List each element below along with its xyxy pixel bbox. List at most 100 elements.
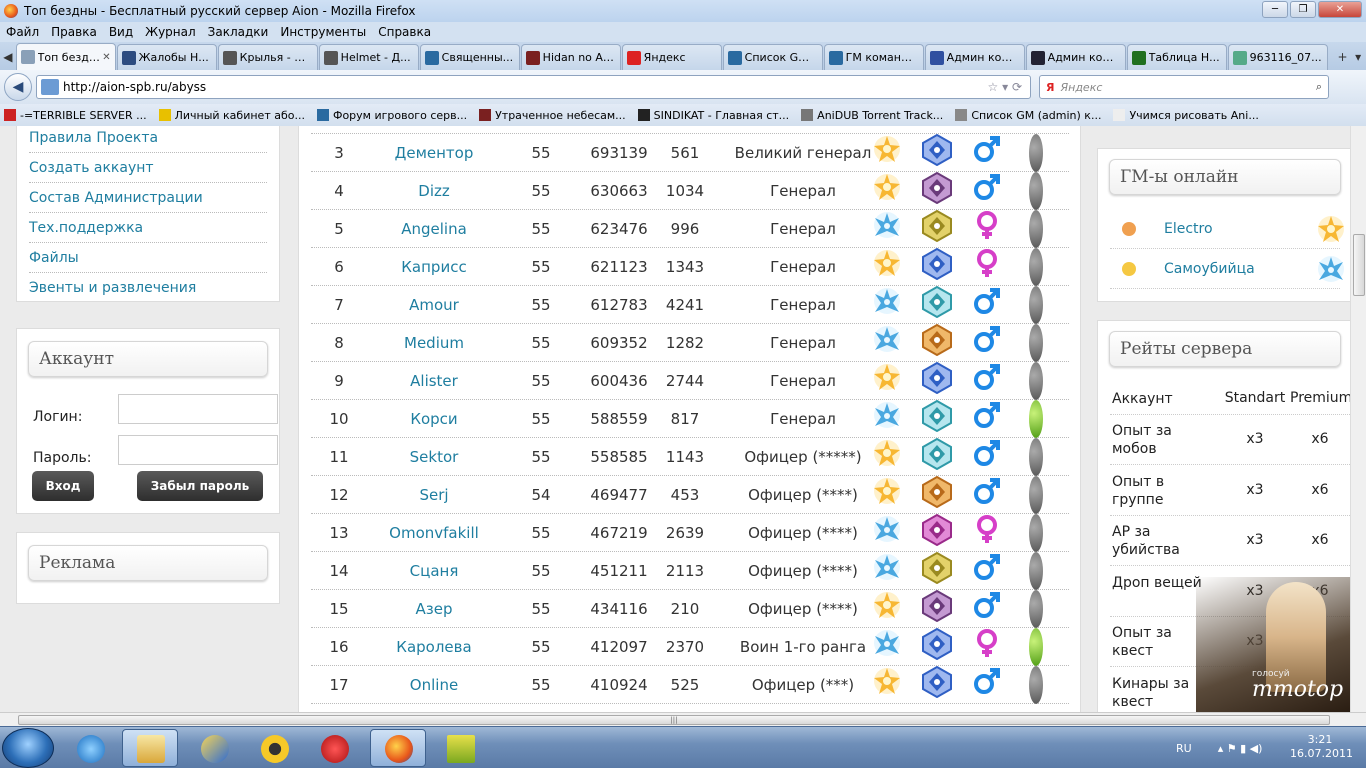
tray-icons[interactable]: ▴ ⚑ ▮ ◀) bbox=[1218, 742, 1263, 755]
restore-button[interactable]: ❐ bbox=[1290, 1, 1316, 18]
player-name-link[interactable]: Dizz bbox=[377, 172, 491, 210]
nav-link-create-account[interactable]: Создать аккаунт bbox=[29, 153, 267, 183]
rate-standard: x3 bbox=[1246, 481, 1264, 498]
tab-4[interactable]: Священны... bbox=[419, 44, 520, 70]
login-input[interactable] bbox=[118, 394, 278, 424]
start-button[interactable] bbox=[2, 728, 54, 768]
nav-link-administration[interactable]: Состав Администрации bbox=[29, 183, 267, 213]
close-window-button[interactable]: ✕ bbox=[1318, 1, 1362, 18]
vertical-scrollbar[interactable] bbox=[1350, 126, 1366, 712]
menu-file[interactable]: Файл bbox=[6, 25, 39, 39]
bookmark-item[interactable]: -=TERRIBLE SERVER ... bbox=[4, 109, 147, 122]
level-cell: 55 bbox=[531, 144, 551, 162]
tab-label: Список GM... bbox=[744, 51, 818, 64]
level-cell: 54 bbox=[531, 486, 551, 504]
kills-cell: 453 bbox=[670, 486, 700, 504]
class-emblem-icon bbox=[921, 285, 952, 324]
menu-help[interactable]: Справка bbox=[378, 25, 431, 39]
menu-bookmarks[interactable]: Закладки bbox=[208, 25, 269, 39]
menu-tools[interactable]: Инструменты bbox=[280, 25, 366, 39]
player-name-link[interactable]: Sektor bbox=[377, 438, 491, 476]
forgot-password-button[interactable]: Забыл пароль bbox=[137, 471, 263, 501]
player-name-link[interactable]: Каприсс bbox=[377, 248, 491, 286]
ccleaner-icon[interactable] bbox=[306, 729, 362, 767]
tab-scroll-left-icon[interactable]: ◀ bbox=[0, 44, 16, 70]
tab-7[interactable]: Список GM... bbox=[722, 44, 823, 70]
tab-2[interactable]: Крылья - Д... bbox=[217, 44, 318, 70]
password-input[interactable] bbox=[118, 435, 278, 465]
mmotop-vote-banner[interactable]: голосуй mmotop bbox=[1196, 577, 1350, 712]
site-identity-icon[interactable] bbox=[41, 79, 59, 95]
tab-0[interactable]: Топ бездн... ✕ bbox=[15, 43, 116, 70]
gm-name-link[interactable]: Electro bbox=[1164, 209, 1213, 249]
bookmark-favicon-icon bbox=[801, 109, 814, 121]
player-name-link[interactable]: Amour bbox=[377, 286, 491, 324]
gm-name-link[interactable]: Самоубийца bbox=[1164, 249, 1255, 289]
search-icon[interactable]: ⌕ bbox=[1316, 80, 1322, 94]
yandex-icon[interactable]: Я bbox=[1046, 81, 1054, 94]
minimize-button[interactable]: ─ bbox=[1262, 1, 1288, 18]
player-name-link[interactable]: Online bbox=[377, 666, 491, 704]
tab-1[interactable]: Жалобы Н... bbox=[116, 44, 217, 70]
tab-11[interactable]: Таблица Н... bbox=[1126, 44, 1227, 70]
media-player-icon[interactable] bbox=[246, 729, 302, 767]
player-name-link[interactable]: Азер bbox=[377, 590, 491, 628]
player-name-link[interactable]: Omonvfakill bbox=[377, 514, 491, 552]
language-indicator[interactable]: RU bbox=[1176, 742, 1192, 755]
tab-6[interactable]: Яндекс bbox=[621, 44, 722, 70]
rank-cell: 15 bbox=[329, 600, 349, 618]
nav-link-files[interactable]: Файлы bbox=[29, 243, 267, 273]
clock[interactable]: 3:21 16.07.2011 bbox=[1290, 733, 1353, 761]
tab-close-icon[interactable]: ✕ bbox=[102, 52, 110, 63]
url-text[interactable]: http://aion-spb.ru/abyss bbox=[63, 80, 206, 94]
nav-link-rules[interactable]: Правила Проекта bbox=[29, 126, 267, 153]
bookmark-item[interactable]: SINDIKAT - Главная ст... bbox=[637, 109, 789, 122]
horizontal-scroll-thumb[interactable]: ||| bbox=[18, 715, 1330, 725]
internet-explorer-icon[interactable] bbox=[62, 729, 118, 767]
menu-history[interactable]: Журнал bbox=[145, 25, 196, 39]
player-name-link[interactable]: Дементор bbox=[377, 134, 491, 172]
tab-9[interactable]: Админ ком... bbox=[924, 44, 1025, 70]
bookmark-item[interactable]: Утраченное небесам... bbox=[479, 109, 626, 122]
bookmark-item[interactable]: Список GM (admin) к... bbox=[955, 109, 1101, 122]
player-name-link[interactable]: Каролева bbox=[377, 628, 491, 666]
player-name-link[interactable]: Angelina bbox=[377, 210, 491, 248]
bookmark-item[interactable]: Учимся рисовать Ani... bbox=[1113, 109, 1259, 122]
tab-12[interactable]: 963116_07... bbox=[1227, 44, 1328, 70]
bookmark-item[interactable]: AniDUB Torrent Track... bbox=[801, 109, 943, 122]
login-button[interactable]: Вход bbox=[32, 471, 94, 501]
back-button[interactable]: ◀ bbox=[4, 73, 32, 101]
search-input[interactable]: Я Яндекс ⌕ bbox=[1039, 75, 1329, 99]
url-bar[interactable]: http://aion-spb.ru/abyss ☆ ▾ ⟳ bbox=[36, 75, 1031, 99]
player-name-link[interactable]: Корси bbox=[377, 400, 491, 438]
level-cell: 55 bbox=[531, 296, 551, 314]
player-name-link[interactable]: Medium bbox=[377, 324, 491, 362]
bookmark-item[interactable]: Форум игрового серв... bbox=[316, 109, 467, 122]
vertical-scroll-thumb[interactable] bbox=[1353, 234, 1365, 296]
bookmark-item[interactable]: Личный кабинет або... bbox=[158, 109, 305, 122]
ranking-row: 9 Alister 55 600436 2744 Генерал bbox=[311, 361, 1069, 400]
tab-favicon-icon bbox=[525, 50, 540, 65]
tab-5[interactable]: Hidan no Ar... bbox=[520, 44, 621, 70]
bookmark-star-icon[interactable]: ☆ ▾ ⟳ bbox=[988, 80, 1022, 94]
tab-3[interactable]: Helmet - Д... bbox=[318, 44, 419, 70]
player-name-link[interactable]: Alister bbox=[377, 362, 491, 400]
player-name-link[interactable]: Сцаня bbox=[377, 552, 491, 590]
menu-edit[interactable]: Правка bbox=[51, 25, 97, 39]
menu-view[interactable]: Вид bbox=[109, 25, 133, 39]
bookmark-favicon-icon bbox=[158, 109, 171, 121]
horizontal-scrollbar[interactable]: ||| bbox=[0, 712, 1366, 726]
tab-10[interactable]: Админ ком... bbox=[1025, 44, 1126, 70]
tab-list-icon[interactable]: ▾ bbox=[1350, 44, 1366, 70]
player-name-link[interactable]: Serj bbox=[377, 476, 491, 514]
game-launcher-icon[interactable] bbox=[432, 729, 488, 767]
tab-8[interactable]: ГМ команд... bbox=[823, 44, 924, 70]
nav-link-events[interactable]: Эвенты и развлечения bbox=[29, 273, 267, 303]
firefox-taskbar-icon[interactable] bbox=[370, 729, 426, 767]
new-tab-icon[interactable]: + bbox=[1335, 44, 1351, 70]
paint-icon[interactable] bbox=[186, 729, 242, 767]
explorer-icon[interactable] bbox=[122, 729, 178, 767]
nav-link-support[interactable]: Тех.поддержка bbox=[29, 213, 267, 243]
tab-label: Топ бездн... bbox=[37, 50, 103, 64]
abyss-points-cell: 609352 bbox=[590, 334, 648, 352]
